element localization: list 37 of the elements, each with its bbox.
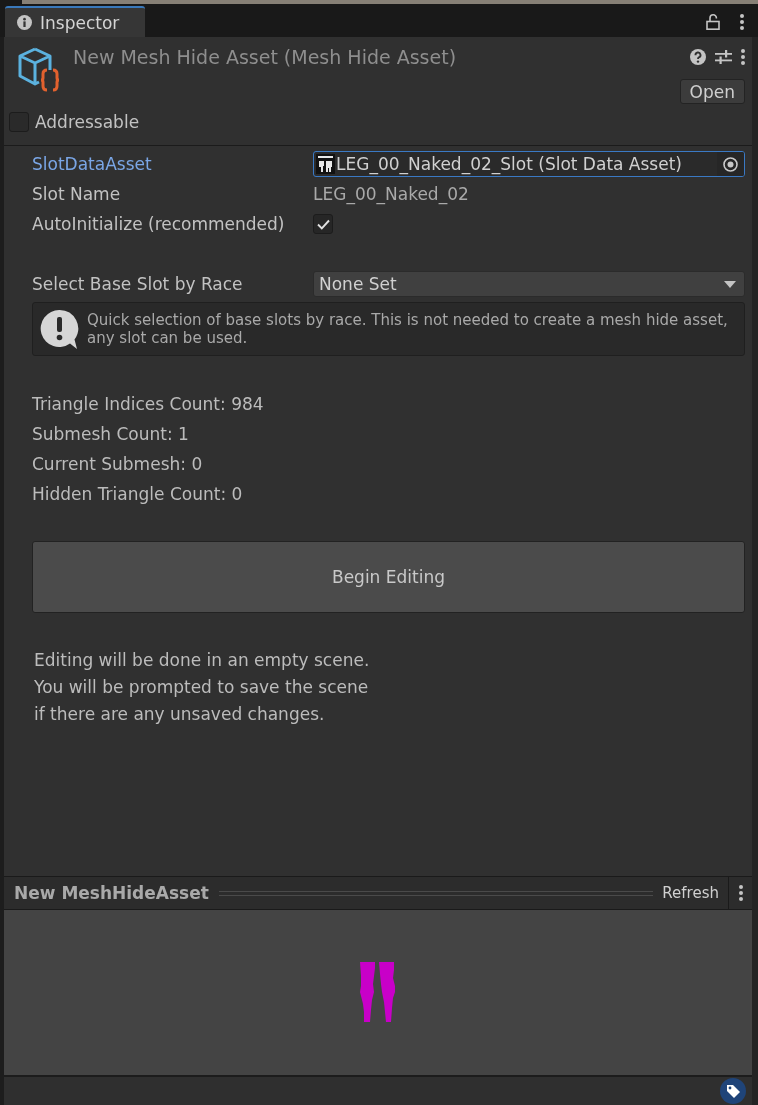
object-field[interactable]: LEG_00_Naked_02_Slot (Slot Data Asset) bbox=[313, 151, 745, 177]
race-dropdown[interactable]: None Set bbox=[313, 271, 745, 297]
editing-note: Editing will be done in an empty scene. You will be prompted to save the scene if there are any unsaved changes. bbox=[33, 649, 370, 726]
stat-text: Hidden Triangle Count: 0 bbox=[32, 483, 244, 506]
addressable-label: Addressable bbox=[35, 112, 140, 132]
menu-icon[interactable] bbox=[740, 13, 744, 30]
begin-editing-button[interactable]: Begin Editing bbox=[32, 541, 745, 613]
stat-text: Submesh Count: 1 bbox=[32, 423, 190, 446]
field-label: Slot Name bbox=[32, 184, 122, 204]
help-text: Quick selection of base slots by race. This is not needed to create a mesh hide asset, any slot can be used. bbox=[87, 311, 729, 347]
refresh-button[interactable]: Refresh bbox=[660, 877, 728, 909]
sliders-icon[interactable] bbox=[715, 49, 732, 65]
cube-icon bbox=[17, 46, 61, 92]
field-label: AutoInitialize (recommended) bbox=[32, 214, 286, 234]
asset-title: New Mesh Hide Asset (Mesh Hide Asset) bbox=[73, 46, 458, 68]
check-icon bbox=[316, 218, 330, 230]
tag-icon[interactable] bbox=[720, 1078, 746, 1104]
lock-icon[interactable] bbox=[706, 13, 720, 30]
inspector-tab[interactable]: Inspector bbox=[5, 6, 145, 37]
help-icon[interactable] bbox=[690, 49, 706, 65]
menu-icon[interactable] bbox=[741, 49, 745, 65]
object-picker-button[interactable] bbox=[717, 152, 744, 176]
alert-bubble-icon bbox=[40, 308, 79, 350]
field-label: Select Base Slot by Race bbox=[32, 274, 244, 294]
stat-text: Triangle Indices Count: 984 bbox=[32, 393, 265, 416]
info-icon bbox=[17, 15, 32, 30]
stat-text: Current Submesh: 0 bbox=[32, 453, 204, 476]
preview-title: New MeshHideAsset bbox=[13, 883, 209, 903]
field-label: SlotDataAsset bbox=[32, 154, 153, 174]
target-icon bbox=[723, 156, 738, 172]
auto-initialize-checkbox[interactable] bbox=[313, 214, 333, 234]
slot-name-value: LEG_00_Naked_02 bbox=[313, 184, 469, 204]
thumbnail-icon bbox=[316, 154, 335, 174]
legs-mesh-drawing bbox=[359, 962, 397, 1023]
caret-icon bbox=[724, 280, 736, 288]
open-button[interactable]: Open bbox=[679, 79, 745, 104]
menu-icon[interactable] bbox=[739, 885, 743, 901]
